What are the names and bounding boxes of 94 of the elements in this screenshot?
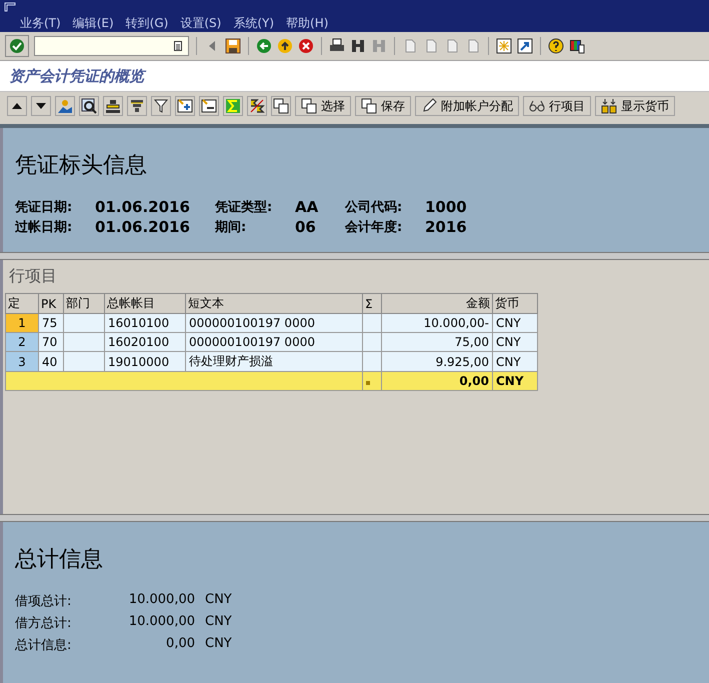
row-selector[interactable]: 2: [6, 332, 38, 352]
table-cell: CNY: [492, 352, 538, 372]
copy-icon[interactable]: [271, 96, 291, 116]
menu-item[interactable]: 编辑(E): [72, 14, 114, 32]
table-cell: CNY: [492, 314, 538, 332]
field-label: 凭证日期:: [15, 199, 74, 216]
person-icon[interactable]: [55, 96, 75, 116]
total-currency: CNY: [205, 614, 233, 631]
field-label: 期间:: [215, 219, 248, 236]
find-icon[interactable]: [350, 38, 366, 54]
expand-icon[interactable]: [175, 96, 195, 116]
glasses-icon: [529, 98, 545, 114]
field-label: 过帐日期:: [15, 219, 74, 236]
copy-icon: [301, 98, 317, 114]
table-cell: 75: [38, 314, 64, 332]
field-value: 01.06.2016: [95, 218, 191, 236]
total-label: 总计信息:: [15, 637, 72, 654]
column-header[interactable]: 定: [6, 294, 38, 314]
back-icon[interactable]: [256, 38, 272, 54]
field-value: 06: [295, 218, 317, 236]
table-cell: 16020100: [104, 332, 186, 352]
toolbar-button[interactable]: 保存: [355, 96, 411, 116]
menu-item[interactable]: 系统(Y): [233, 14, 274, 32]
table-cell: 000000100197 0000: [186, 332, 362, 352]
menu-item[interactable]: 业务(T): [20, 14, 61, 32]
column-header[interactable]: 部门: [64, 294, 104, 314]
table-cell: 16010100: [104, 314, 186, 332]
total-label: 借方总计:: [15, 615, 72, 632]
section-title: 凭证标头信息: [15, 152, 148, 180]
down-icon[interactable]: [31, 96, 51, 116]
total-label: 借项总计:: [15, 593, 72, 610]
toolbar-button[interactable]: 显示货币: [595, 96, 675, 116]
column-header[interactable]: PK: [38, 294, 64, 314]
total-amount: 0,00: [165, 636, 195, 653]
zoom-icon[interactable]: [79, 96, 99, 116]
table-cell: 10.000,00-: [382, 314, 492, 332]
field-value: 1000: [425, 198, 468, 216]
toolbar-button[interactable]: 行项目: [523, 96, 591, 116]
splitter-bar[interactable]: [0, 514, 709, 522]
table-cell: 19010000: [104, 352, 186, 372]
copy-icon: [361, 98, 377, 114]
field-value: 01.06.2016: [95, 198, 191, 216]
table-cell: CNY: [492, 332, 538, 352]
column-header[interactable]: 短文本: [186, 294, 362, 314]
field-value: AA: [295, 198, 320, 216]
field-label: 公司代码:: [345, 199, 404, 216]
total-marker-icon: [366, 381, 370, 385]
total-amount: 10.000,00: [128, 592, 195, 609]
up-icon[interactable]: [7, 96, 27, 116]
field-label: 会计年度:: [345, 218, 404, 236]
field-value: 2016: [425, 218, 468, 236]
command-field[interactable]: [34, 36, 189, 56]
menu-item[interactable]: 设置(S): [180, 14, 222, 32]
table-cell: 待处理财产损溢: [186, 352, 362, 372]
section-title: 总计信息: [15, 546, 104, 574]
screen-title: 资产会计凭证的概览: [9, 66, 144, 86]
collapse-icon[interactable]: [199, 96, 219, 116]
help-icon[interactable]: [548, 38, 564, 54]
list-icon[interactable]: [174, 41, 182, 51]
table-cell: CNY: [492, 372, 538, 390]
menu-item[interactable]: 帮助(H): [286, 14, 328, 32]
coins-icon: [601, 98, 617, 114]
table-cell: 75,00: [382, 332, 492, 352]
shortcut-icon[interactable]: [517, 38, 533, 54]
toolbar-button[interactable]: 附加帐户分配: [415, 96, 519, 116]
menu-item[interactable]: 转到(G): [126, 14, 168, 32]
column-header[interactable]: Σ: [362, 294, 382, 314]
table-cell: 40: [38, 352, 64, 372]
table-cell: 70: [38, 332, 64, 352]
column-header[interactable]: 货币: [492, 294, 538, 314]
new-window-icon[interactable]: [496, 38, 512, 54]
cancel-icon[interactable]: [298, 38, 314, 54]
total-currency: CNY: [205, 636, 233, 653]
column-header[interactable]: 总帐帐目: [104, 294, 186, 314]
window-menu-icon[interactable]: [4, 2, 16, 12]
table-cell: 000000100197 0000: [186, 314, 362, 332]
table-cell: 9.925,00: [382, 352, 492, 372]
save-icon[interactable]: [225, 38, 241, 54]
toolbar-button[interactable]: 选择: [295, 96, 351, 116]
column-header[interactable]: 金额: [382, 294, 492, 314]
row-selector[interactable]: 3: [6, 352, 38, 372]
enter-button[interactable]: [5, 35, 29, 57]
total-amount: 10.000,00: [128, 614, 195, 631]
splitter-bar[interactable]: [0, 252, 709, 260]
exit-icon[interactable]: [277, 38, 293, 54]
total-currency: CNY: [205, 592, 233, 609]
filter-icon[interactable]: [151, 96, 171, 116]
field-label: 凭证类型:: [215, 199, 274, 216]
layout-icon[interactable]: [569, 38, 585, 54]
pencil-icon: [421, 98, 437, 114]
filter-icon[interactable]: [127, 96, 147, 116]
table-cell: 0,00: [382, 372, 492, 390]
row-selector[interactable]: 1: [6, 314, 38, 332]
section-title: 行项目: [8, 266, 58, 287]
